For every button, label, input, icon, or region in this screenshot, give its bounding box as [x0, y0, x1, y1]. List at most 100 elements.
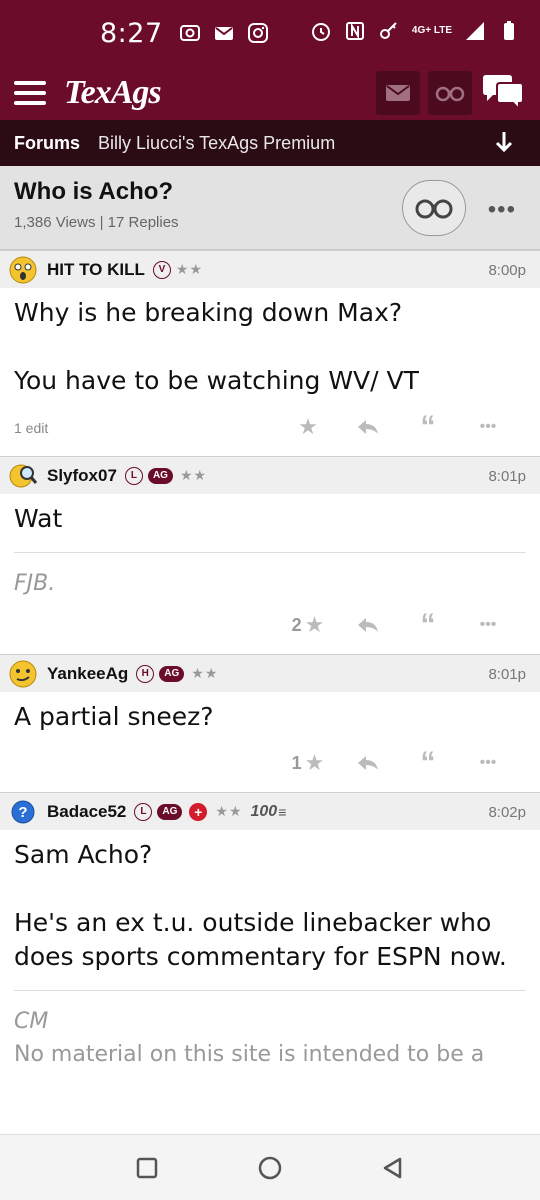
- avatar[interactable]: ?: [8, 797, 38, 827]
- avatar[interactable]: [8, 461, 38, 491]
- camera-icon: [179, 25, 200, 41]
- menu-icon[interactable]: [14, 81, 46, 105]
- edit-note[interactable]: 1 edit: [14, 420, 48, 436]
- breadcrumb-forums-link[interactable]: Forums: [14, 133, 80, 154]
- envelope-icon: [386, 85, 410, 101]
- breadcrumb-board-link[interactable]: Billy Liucci's TexAgs Premium: [98, 133, 335, 154]
- binoculars-icon: [435, 86, 465, 102]
- thread-more-options-icon[interactable]: •••: [488, 196, 516, 224]
- post: HIT TO KILL V ★★ 8:00p Why is he breakin…: [0, 250, 540, 456]
- post-actions: 2 ★ “ •••: [0, 596, 540, 654]
- key-icon: [379, 22, 397, 39]
- star-button[interactable]: 1 ★: [278, 750, 338, 776]
- watch-thread-button[interactable]: [402, 180, 466, 236]
- star-button[interactable]: ★: [278, 414, 338, 440]
- post-timestamp: 8:01p: [488, 666, 526, 683]
- post-header: Slyfox07 L AG ★★ 8:01p: [0, 456, 540, 494]
- star-icon: ★: [304, 750, 325, 775]
- nfc-icon: [345, 22, 364, 40]
- quote-button[interactable]: “: [398, 608, 458, 642]
- post-header: HIT TO KILL V ★★ 8:00p: [0, 250, 540, 288]
- signature: CM: [14, 1009, 49, 1034]
- post-text-line: He's an ex t.u. outside linebacker who d…: [14, 908, 507, 971]
- battery-icon: [504, 21, 514, 40]
- scroll-down-arrow-icon[interactable]: [494, 130, 514, 154]
- watchlist-button[interactable]: [428, 71, 472, 115]
- app-header: TexAgs: [0, 66, 540, 120]
- post-text-line: Wat: [14, 504, 63, 533]
- binoculars-icon: [415, 199, 453, 219]
- mail-icon: [214, 27, 233, 40]
- star-icon: ★: [298, 414, 318, 439]
- username[interactable]: YankeeAg: [47, 664, 128, 684]
- post-body: Wat: [0, 494, 540, 536]
- post-text-line: A partial sneez?: [14, 702, 214, 731]
- quote-icon: “: [420, 746, 436, 779]
- quote-button[interactable]: “: [398, 746, 458, 780]
- messages-button[interactable]: [376, 71, 420, 115]
- user-badge: L: [124, 466, 143, 485]
- quote-button[interactable]: “: [398, 410, 458, 444]
- signature: FJB.: [14, 571, 56, 596]
- quote-icon: “: [420, 608, 436, 641]
- reply-button[interactable]: [338, 418, 398, 436]
- post-body: Why is he breaking down Max? You have to…: [0, 288, 540, 398]
- back-icon[interactable]: [381, 1156, 405, 1180]
- reply-icon: [358, 420, 378, 434]
- reply-button[interactable]: [338, 754, 398, 772]
- medical-plus-icon: +: [189, 802, 208, 821]
- disclaimer-text: No material on this site is intended to …: [14, 1042, 485, 1062]
- post-header: ? Badace52 L AG + ★★ 100 ≡ 8:02p: [0, 792, 540, 830]
- username[interactable]: HIT TO KILL: [47, 260, 145, 280]
- chat-bubbles-icon: [483, 75, 524, 112]
- chat-button[interactable]: [480, 71, 526, 115]
- ag-badge: AG: [159, 665, 185, 682]
- alarm-icon: [311, 23, 330, 41]
- post-timestamp: 8:01p: [488, 468, 526, 485]
- star-button[interactable]: 2 ★: [278, 612, 338, 638]
- site-logo[interactable]: TexAgs: [64, 74, 162, 112]
- reply-button[interactable]: [338, 616, 398, 634]
- smirk-face-icon: [9, 660, 37, 687]
- post-timestamp: 8:00p: [488, 262, 526, 279]
- user-stars: ★★: [179, 467, 208, 483]
- avatar[interactable]: [8, 255, 38, 285]
- magnifier-face-icon: [9, 464, 38, 487]
- username[interactable]: Badace52: [47, 802, 126, 822]
- home-icon[interactable]: [257, 1155, 283, 1181]
- more-dots-icon: •••: [479, 754, 497, 771]
- post-actions: 1 ★ “ •••: [0, 734, 540, 792]
- star-count: 1: [291, 752, 302, 773]
- thread-header: Who is Acho? 1,386 Views | 17 Replies ••…: [0, 166, 540, 250]
- user-badge: L: [134, 802, 153, 821]
- question-icon: ?: [11, 800, 35, 823]
- recents-icon[interactable]: [135, 1156, 159, 1180]
- post-text-line: Why is he breaking down Max?: [14, 298, 403, 327]
- post-text-line: Sam Acho?: [14, 840, 153, 869]
- more-dots-icon: •••: [479, 616, 497, 633]
- user-stars: ★★: [175, 261, 204, 277]
- post-header: YankeeAg H AG ★★ 8:01p: [0, 654, 540, 692]
- status-bar: 8:27 4G+ LTE: [0, 0, 540, 66]
- user-stars: ★★: [215, 803, 243, 819]
- system-nav-bar: [0, 1134, 540, 1200]
- username[interactable]: Slyfox07: [47, 466, 117, 486]
- status-time: 8:27: [100, 17, 163, 49]
- avatar[interactable]: [8, 659, 38, 689]
- breadcrumb: Forums Billy Liucci's TexAgs Premium: [0, 120, 540, 166]
- post-more-button[interactable]: •••: [458, 616, 518, 634]
- svg-text:?: ?: [18, 804, 27, 821]
- hundred-badge: 100: [250, 802, 278, 820]
- post-timestamp: 8:02p: [488, 804, 526, 821]
- user-badge: H: [136, 664, 155, 683]
- post-actions: 1 edit ★ “ •••: [0, 398, 540, 456]
- post-more-button[interactable]: •••: [458, 754, 518, 772]
- user-badge: V: [152, 260, 171, 279]
- reply-icon: [358, 618, 378, 632]
- post-more-button[interactable]: •••: [458, 418, 518, 436]
- network-type: 4G+ LTE: [411, 25, 452, 36]
- shocked-face-icon: [9, 256, 37, 283]
- instagram-icon: [247, 23, 268, 43]
- more-dots-icon: •••: [479, 418, 497, 435]
- post: ? Badace52 L AG + ★★ 100 ≡ 8:02p Sam Ach…: [0, 792, 540, 1062]
